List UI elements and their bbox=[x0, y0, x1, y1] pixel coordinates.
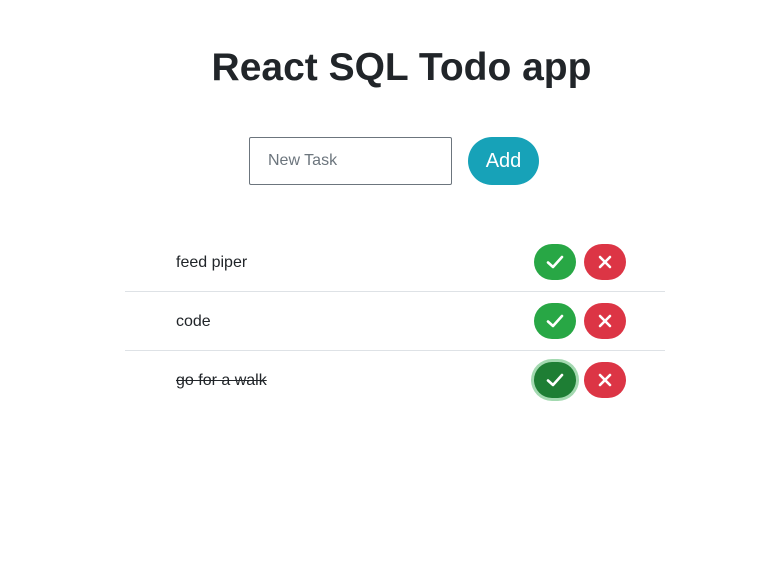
new-task-input[interactable] bbox=[249, 137, 452, 185]
close-icon bbox=[598, 373, 612, 387]
todo-text: code bbox=[176, 313, 211, 330]
todo-item: go for a walk bbox=[125, 351, 665, 410]
todo-item: code bbox=[125, 292, 665, 351]
todo-actions bbox=[534, 362, 626, 398]
delete-button[interactable] bbox=[584, 303, 626, 339]
todo-page: React SQL Todo app Add feed piper bbox=[0, 0, 777, 563]
todo-actions bbox=[534, 303, 626, 339]
add-button[interactable]: Add bbox=[468, 137, 539, 185]
check-icon bbox=[546, 255, 564, 269]
complete-button[interactable] bbox=[534, 362, 576, 398]
page-title: React SQL Todo app bbox=[211, 46, 592, 89]
check-icon bbox=[546, 314, 564, 328]
close-icon bbox=[598, 314, 612, 328]
complete-button[interactable] bbox=[534, 303, 576, 339]
delete-button[interactable] bbox=[584, 244, 626, 280]
todo-text: go for a walk bbox=[176, 372, 267, 389]
check-icon bbox=[546, 373, 564, 387]
close-icon bbox=[598, 255, 612, 269]
complete-button[interactable] bbox=[534, 244, 576, 280]
todo-text: feed piper bbox=[176, 254, 248, 271]
new-task-form: Add bbox=[249, 137, 539, 185]
delete-button[interactable] bbox=[584, 362, 626, 398]
todo-actions bbox=[534, 244, 626, 280]
todo-list: feed piper code go for a walk bbox=[125, 233, 665, 410]
todo-item: feed piper bbox=[125, 233, 665, 292]
